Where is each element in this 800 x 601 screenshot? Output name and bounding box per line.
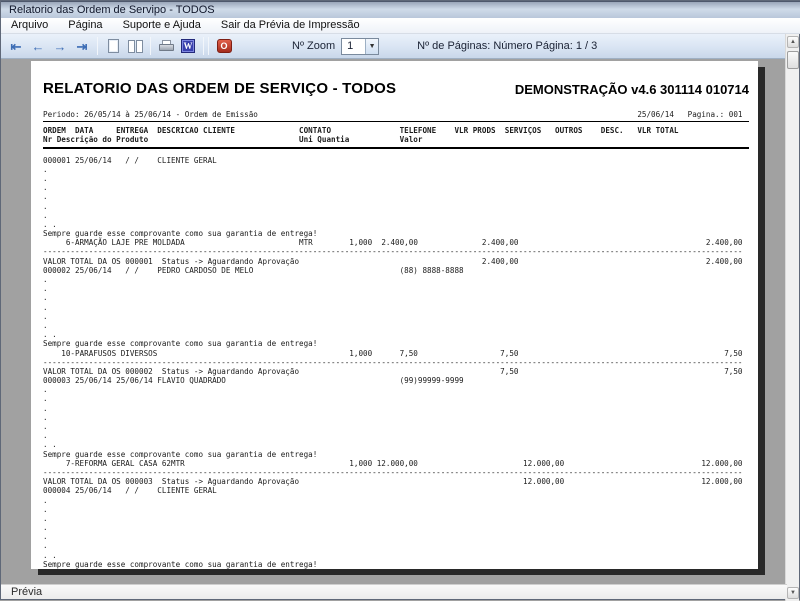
word-icon: W <box>181 39 195 53</box>
report-line: Sempre guarde esse comprovante como sua … <box>43 449 318 459</box>
vertical-scrollbar[interactable]: ▲ ▼ <box>785 34 799 601</box>
report-line: . <box>43 201 48 211</box>
menu-sair-da-previa[interactable]: Sair da Prévia de Impressão <box>211 18 370 34</box>
export-word-button[interactable]: W <box>178 37 198 56</box>
zoom-value: 1 <box>347 40 354 52</box>
menu-suporte-e-ajuda[interactable]: Suporte e Ajuda <box>113 18 211 34</box>
last-page-icon: ⇥ <box>76 38 88 54</box>
report-line: Sempre guarde esse comprovante como sua … <box>43 339 318 349</box>
report-line: . <box>43 183 48 193</box>
report-line: 000004 25/06/14 / / CLIENTE GERAL <box>43 486 217 496</box>
toolbar-separator <box>203 37 204 55</box>
zoom-label: Nº Zoom <box>292 40 336 52</box>
report-line: ----------------------------------------… <box>43 247 743 257</box>
scroll-down-icon[interactable]: ▼ <box>787 587 799 599</box>
report-line: Sempre guarde esse comprovante como sua … <box>43 559 318 569</box>
report-line: . <box>43 320 48 330</box>
window-title: Relatorio das Ordem de Servipo - TODOS <box>9 4 215 16</box>
report-line: VALOR TOTAL DA OS 000003 Status -> Aguar… <box>43 477 743 487</box>
report-line: . <box>43 504 48 514</box>
chevron-down-icon[interactable]: ▼ <box>365 38 379 54</box>
previous-page-button[interactable]: ← <box>28 37 48 56</box>
report-period-line: Periodo: 26/05/14 à 25/06/14 - Ordem de … <box>43 110 749 119</box>
report-line: 000002 25/06/14 / / PEDRO CARDOSO DE MEL… <box>43 265 464 275</box>
close-preview-button[interactable]: O <box>214 37 234 56</box>
status-bar: Prévia <box>1 584 787 599</box>
report-line: . <box>43 412 48 422</box>
toolbar: ⇤ ← → ⇥ W O Nº Zoom 1 ▼ Nº de Páginas: N… <box>1 34 787 59</box>
toolbar-separator <box>208 37 209 55</box>
two-page-view-button[interactable] <box>125 37 145 56</box>
toolbar-separator <box>97 37 98 55</box>
report-line: . <box>43 495 48 505</box>
report-line: 10-PARAFUSOS DIVERSOS 1,000 7,50 7,50 7,50 <box>61 348 743 358</box>
toolbar-separator <box>150 37 151 55</box>
last-page-button[interactable]: ⇥ <box>72 37 92 56</box>
report-title: RELATORIO DAS ORDEM DE SERVIÇO - TODOS <box>43 80 397 97</box>
report-line: . <box>43 394 48 404</box>
app-window: { "window": { "title": "Relatorio das Or… <box>0 0 800 601</box>
next-page-icon: → <box>53 38 67 54</box>
report-line: . <box>43 541 48 551</box>
report-line: ----------------------------------------… <box>43 357 743 367</box>
report-line: .. <box>43 550 57 560</box>
report-line: 000001 25/06/14 / / CLIENTE GERAL <box>43 155 217 165</box>
status-text: Prévia <box>11 586 43 598</box>
window-titlebar: Relatorio das Ordem de Servipo - TODOS <box>1 1 800 18</box>
report-body: 000001 25/06/14 / / CLIENTE GERAL.......… <box>43 156 749 569</box>
report-line: 7-REFORMA GERAL CASA 62MTR 1,000 12.000,00… <box>65 458 743 468</box>
report-divider <box>43 146 749 149</box>
report-line: . <box>43 192 48 202</box>
report-period-text: Periodo: 26/05/14 à 25/06/14 - Ordem de … <box>43 110 743 119</box>
scrollbar-thumb[interactable] <box>787 51 799 69</box>
previous-page-icon: ← <box>31 38 45 54</box>
report-line: . <box>43 523 48 533</box>
single-page-view-button[interactable] <box>103 37 123 56</box>
two-page-icon <box>127 39 143 53</box>
report-line: . <box>43 293 48 303</box>
first-page-icon: ⇤ <box>10 38 22 54</box>
report-line: . <box>43 532 48 542</box>
report-header-line: Nr Descrição do Produto Uni Quantia Valor <box>43 135 423 145</box>
printer-icon <box>158 40 174 52</box>
report-line: . <box>43 275 48 284</box>
report-line: . <box>43 164 48 174</box>
report-line: . <box>43 403 48 413</box>
power-icon: O <box>216 39 232 53</box>
report-page: RELATORIO DAS ORDEM DE SERVIÇO - TODOS D… <box>31 61 758 569</box>
print-button[interactable] <box>156 37 176 56</box>
scroll-up-icon[interactable]: ▲ <box>787 36 799 48</box>
report-line: .. <box>43 440 57 450</box>
report-line: .. <box>43 219 57 229</box>
report-line: . <box>43 385 48 395</box>
report-line: Sempre guarde esse comprovante como sua … <box>43 229 318 239</box>
report-line: . <box>43 173 48 183</box>
report-divider <box>43 121 749 123</box>
report-line: . <box>43 431 48 441</box>
report-line: 000003 25/06/14 25/06/14 FLAVIO QUADRADO… <box>43 376 464 386</box>
demo-version-banner: DEMONSTRAÇÃO v4.6 301114 010714 <box>514 82 749 97</box>
report-line: . <box>43 422 48 431</box>
report-line: VALOR TOTAL DA OS 000001 Status -> Aguar… <box>43 256 743 266</box>
report-header-line: ORDEM DATA ENTREGA DESCRICAO CLIENTE CONTATO… <box>43 126 679 136</box>
report-line: . <box>43 284 48 294</box>
report-line: ----------------------------------------… <box>43 467 743 477</box>
report-line: 6-ARMAÇÃO LAJE PRE MOLDADA MTR 1,000 2.400,… <box>65 238 743 248</box>
pages-info: Nº de Páginas: Número Página: 1 / 3 <box>417 40 598 52</box>
first-page-button[interactable]: ⇤ <box>6 37 26 56</box>
report-line: .. <box>43 330 57 340</box>
next-page-button[interactable]: → <box>50 37 70 56</box>
report-line: . <box>43 311 48 321</box>
report-column-headers: ORDEM DATA ENTREGA DESCRICAO CLIENTE CONTATO… <box>43 126 749 144</box>
menu-pagina[interactable]: Página <box>58 18 112 34</box>
preview-workspace: RELATORIO DAS ORDEM DE SERVIÇO - TODOS D… <box>1 59 787 586</box>
menu-bar: Arquivo Página Suporte e Ajuda Sair da P… <box>1 18 800 34</box>
zoom-dropdown[interactable]: 1 ▼ <box>341 37 380 55</box>
report-line: . <box>43 210 48 220</box>
report-line: . <box>43 513 48 523</box>
single-page-icon <box>107 39 119 53</box>
report-line: . <box>43 302 48 312</box>
menu-arquivo[interactable]: Arquivo <box>1 18 58 34</box>
report-line: VALOR TOTAL DA OS 000002 Status -> Aguar… <box>43 366 743 376</box>
